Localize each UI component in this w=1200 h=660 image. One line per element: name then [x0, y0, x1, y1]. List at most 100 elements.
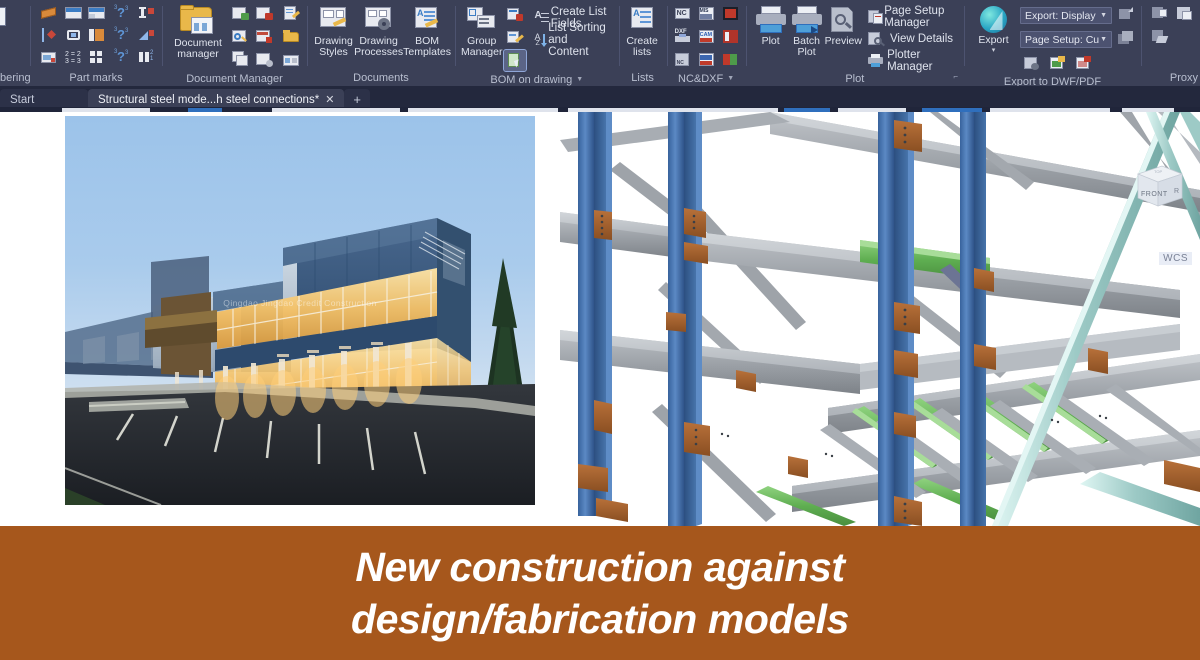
view-details-label: View Details: [889, 32, 954, 45]
doc-copy-icon[interactable]: [230, 49, 252, 70]
view-details-button[interactable]: View Details: [867, 28, 960, 49]
doc-delete-icon[interactable]: [254, 26, 276, 47]
doc-export-icon[interactable]: [281, 49, 303, 70]
bom-templates-button[interactable]: A BOM Templates: [403, 3, 451, 58]
group-manager-button[interactable]: Group Manager: [461, 3, 502, 58]
list-sorting-icon: A Z: [534, 32, 548, 48]
doc-open-folder-icon[interactable]: [281, 26, 303, 47]
page-setup-manager-label: Page Setup Manager: [884, 4, 945, 29]
close-icon[interactable]: ✕: [325, 93, 334, 106]
steel-structure-3d-model[interactable]: FRONT R TOP WCS: [560, 112, 1200, 526]
drawing-canvas[interactable]: Qingdao Jingdao Credit Construction FRON…: [0, 112, 1200, 526]
assembly-mark-icon[interactable]: 21: [136, 47, 158, 68]
bolt-mark-icon[interactable]: [63, 25, 85, 46]
bom-insert-icon[interactable]: [504, 4, 526, 25]
part-mark-table-icon[interactable]: [63, 3, 85, 24]
equal-marks-icon[interactable]: 2 = 23 = 3: [63, 47, 85, 68]
group-manager-label-2: Manager: [461, 46, 503, 58]
document-manager-button[interactable]: Document manager: [170, 3, 226, 60]
panel-label-bom-on-drawing[interactable]: BOM on drawing ▼: [455, 72, 619, 86]
numbering-button[interactable]: 000: [0, 3, 6, 29]
part-marks-col4: 21: [136, 3, 158, 68]
part-marks-col1: [38, 3, 60, 68]
svg-text:FRONT: FRONT: [1141, 191, 1168, 198]
plotter-manager-icon: [867, 53, 883, 69]
books-icon[interactable]: [720, 49, 742, 70]
bom-templates-label-2: Templates: [403, 46, 451, 58]
dimension-mark-icon[interactable]: [38, 25, 60, 46]
doc-add-icon[interactable]: [230, 3, 252, 24]
plot-preview-button[interactable]: Preview: [825, 3, 862, 47]
proxy-explode-icon[interactable]: [1149, 26, 1171, 47]
proxy-object-icon[interactable]: [1149, 3, 1171, 24]
drawing-styles-label-2: Styles: [319, 46, 348, 58]
page-setup-manager-button[interactable]: Page Setup Manager: [867, 4, 960, 29]
export-display-value: Export: Display: [1025, 9, 1096, 22]
grid-marks-icon[interactable]: [86, 47, 108, 68]
part-mark-question-3-icon[interactable]: 3? 3: [111, 47, 133, 68]
export-pdf-icon[interactable]: [1073, 53, 1095, 74]
batch-plot-button[interactable]: Batch Plot: [789, 3, 825, 58]
doc-settings-icon[interactable]: [254, 49, 276, 70]
sdnf-icon[interactable]: [696, 49, 718, 70]
plot-dialog-launcher-icon[interactable]: ⌐: [953, 69, 958, 85]
doc-edit-icon[interactable]: [281, 3, 303, 24]
steel-red-icon[interactable]: [720, 3, 742, 24]
viewcube[interactable]: FRONT R TOP: [1132, 160, 1188, 214]
doc-remove-icon[interactable]: [254, 3, 276, 24]
create-lists-button[interactable]: A Create lists: [622, 3, 663, 58]
plot-icon: [753, 5, 789, 35]
tab-start-label: Start: [10, 93, 35, 106]
part-mark-question-2-icon[interactable]: 3? 3: [111, 25, 133, 46]
plot-row-buttons: Page Setup Manager View Details Plotter …: [867, 3, 960, 73]
view-details-icon: [867, 31, 885, 47]
panel-label-numbering: bering: [0, 71, 30, 84]
plot-button[interactable]: Plot: [753, 3, 789, 47]
part-mark-question-1-icon[interactable]: 3? 3: [111, 3, 133, 24]
cam-icon[interactable]: CAM: [696, 26, 718, 47]
list-sorting-button[interactable]: A Z List Sorting and Content: [534, 22, 614, 58]
export-dwf-icon[interactable]: [1047, 53, 1069, 74]
part-mark-beam-icon[interactable]: [136, 3, 158, 24]
application-window: 000 bering: [0, 0, 1200, 660]
panel-label-nc-dxf[interactable]: NC&DXF ▼: [667, 71, 746, 86]
export-page-icon[interactable]: [1021, 53, 1043, 74]
bom-select-icon[interactable]: [503, 49, 528, 72]
export-button[interactable]: Export ▾: [972, 3, 1015, 55]
part-mark-icon[interactable]: [38, 3, 60, 24]
proxy-extra-icon[interactable]: [1174, 3, 1196, 24]
structure-red-icon[interactable]: [720, 26, 742, 47]
wcs-label: WCS: [1159, 252, 1192, 265]
part-mark-section-icon[interactable]: [136, 25, 158, 46]
dxf-icon[interactable]: DXF: [672, 26, 694, 47]
create-list-fields-icon: A: [534, 10, 550, 26]
nc-icon[interactable]: NC: [672, 3, 694, 24]
group-manager-icon: [465, 5, 499, 35]
document-manager-label-2: manager: [177, 48, 219, 60]
export-stack-icon[interactable]: [1115, 5, 1137, 26]
plot-preview-icon: [825, 5, 861, 35]
nc-dxf-col2: MIS CAM: [696, 3, 743, 71]
export-menu-arrow-icon: ▾: [991, 47, 996, 54]
image-mark-icon[interactable]: [38, 47, 60, 68]
part-mark-table2-icon[interactable]: [86, 3, 108, 24]
plate-mark-icon[interactable]: [86, 25, 108, 46]
panel-label-part-marks: Part marks: [69, 71, 123, 84]
nc-db-icon[interactable]: NC: [672, 49, 694, 70]
drawing-processes-button[interactable]: Drawing Processes: [354, 3, 403, 58]
plotter-manager-button[interactable]: Plotter Manager: [867, 48, 960, 73]
drawing-styles-button[interactable]: Drawing Styles: [313, 3, 354, 58]
plotter-manager-label: Plotter Manager: [887, 48, 933, 73]
plus-icon: +: [353, 92, 361, 107]
ribbon-panel-export-dwf-pdf: Export ▾ Export: Display ▼ Page Setup: Cu: [964, 0, 1141, 86]
mis-icon[interactable]: MIS: [696, 3, 718, 24]
ribbon-panel-part-marks: 2 = 23 = 3 3? 3 3? 3 3? 3 2 1 Part marks: [30, 0, 162, 86]
chevron-down-icon: ▼: [576, 76, 584, 83]
export-display-combo[interactable]: Export: Display ▼: [1020, 7, 1112, 24]
bom-edit-icon[interactable]: [504, 27, 526, 48]
page-setup-combo[interactable]: Page Setup: Cu ▼: [1020, 31, 1112, 48]
export-layers-icon[interactable]: [1115, 29, 1137, 50]
doc-search-icon[interactable]: [230, 26, 252, 47]
photo-watermark: Qingdao Jingdao Credit Construction: [223, 297, 377, 308]
create-lists-icon: A: [627, 5, 657, 35]
